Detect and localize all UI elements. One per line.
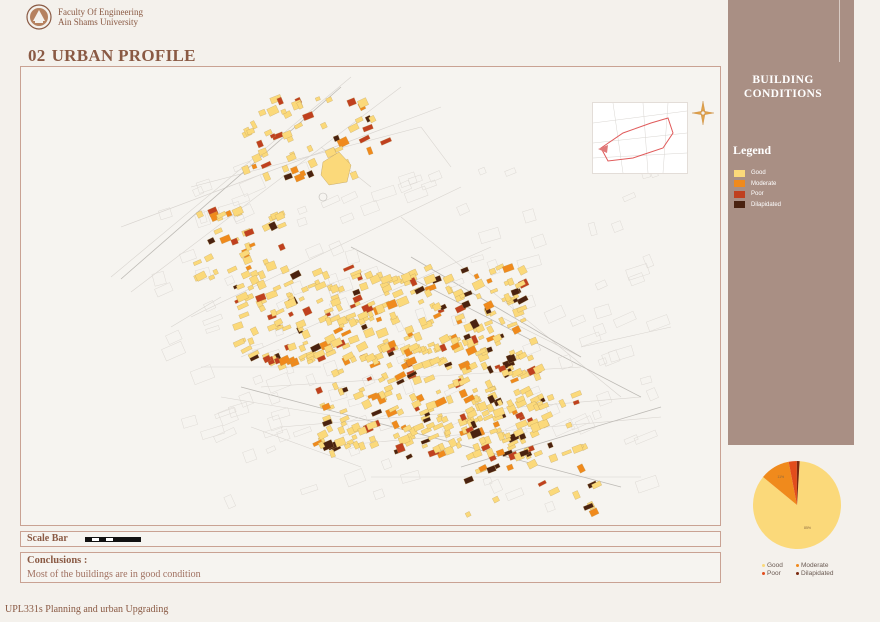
- landmark-building: [320, 151, 352, 186]
- legend-list: Good Moderate Poor Dilapidated: [734, 168, 781, 210]
- conclusions-box: Conclusions : Most of the buildings are …: [20, 552, 721, 583]
- conclusions-title: Conclusions :: [27, 555, 88, 566]
- pie-legend-dilapidated: Dilapidated: [801, 569, 834, 577]
- pie-legend-dot: [796, 563, 799, 567]
- legend-label: Moderate: [751, 180, 777, 187]
- section-number: 02: [28, 46, 46, 65]
- pie-legend-moderate: Moderate: [801, 561, 829, 569]
- pie-legend-dot: [762, 563, 765, 567]
- pie-label: 11%: [777, 475, 784, 479]
- faculty-name: Faculty Of Engineering Ain Shams Univers…: [58, 7, 143, 27]
- legend-item-good: Good: [734, 168, 781, 178]
- faculty-line-1: Faculty Of Engineering: [58, 7, 143, 17]
- legend-label: Poor: [751, 191, 764, 197]
- course-footer: UPL331s Planning and urban Upgrading: [5, 604, 169, 615]
- pie-legend-dot: [796, 571, 799, 575]
- panel-title-line-1: BUILDING: [752, 74, 814, 86]
- page-title: 02 URBAN PROFILE: [28, 46, 196, 66]
- key-map-thumbnail: [592, 102, 688, 174]
- panel-title: BUILDING CONDITIONS: [728, 73, 838, 101]
- scale-bar-label: Scale Bar: [27, 533, 68, 544]
- university-crest-icon: [26, 4, 52, 30]
- building-conditions-panel: BUILDING CONDITIONS Legend Good Moderate P…: [728, 0, 854, 445]
- panel-title-line-2: CONDITIONS: [743, 88, 823, 100]
- section-title: URBAN PROFILE: [51, 46, 196, 65]
- legend-swatch: [734, 180, 745, 187]
- legend-swatch: [734, 201, 745, 208]
- scale-bar-box: Scale Bar: [20, 531, 721, 547]
- legend-item-dilapidated: Dilapidated: [734, 200, 781, 210]
- compass-rose-icon: [691, 100, 715, 126]
- pie-legend-dot: [762, 571, 765, 575]
- conclusions-text: Most of the buildings are in good condit…: [27, 569, 201, 580]
- legend-swatch: [734, 169, 745, 177]
- panel-divider: [839, 0, 840, 62]
- legend-label: Dilapidated: [751, 201, 782, 208]
- legend-title: Legend: [733, 143, 772, 157]
- pie-legend-poor: Poor: [767, 569, 781, 577]
- buildings-layer: [192, 94, 602, 518]
- roundabout: [318, 192, 328, 202]
- legend-swatch: [734, 190, 745, 198]
- legend-item-poor: Poor: [734, 189, 781, 199]
- pie-label: 85%: [804, 526, 811, 530]
- legend-label: Good: [751, 170, 766, 176]
- pie-legend-good: Good: [767, 561, 783, 569]
- legend-item-moderate: Moderate: [734, 179, 781, 189]
- faculty-line-2: Ain Shams University: [58, 17, 138, 27]
- pie-legend: Good Moderate Poor Dilapidated: [762, 561, 852, 577]
- scale-bar-graphic: [85, 537, 141, 542]
